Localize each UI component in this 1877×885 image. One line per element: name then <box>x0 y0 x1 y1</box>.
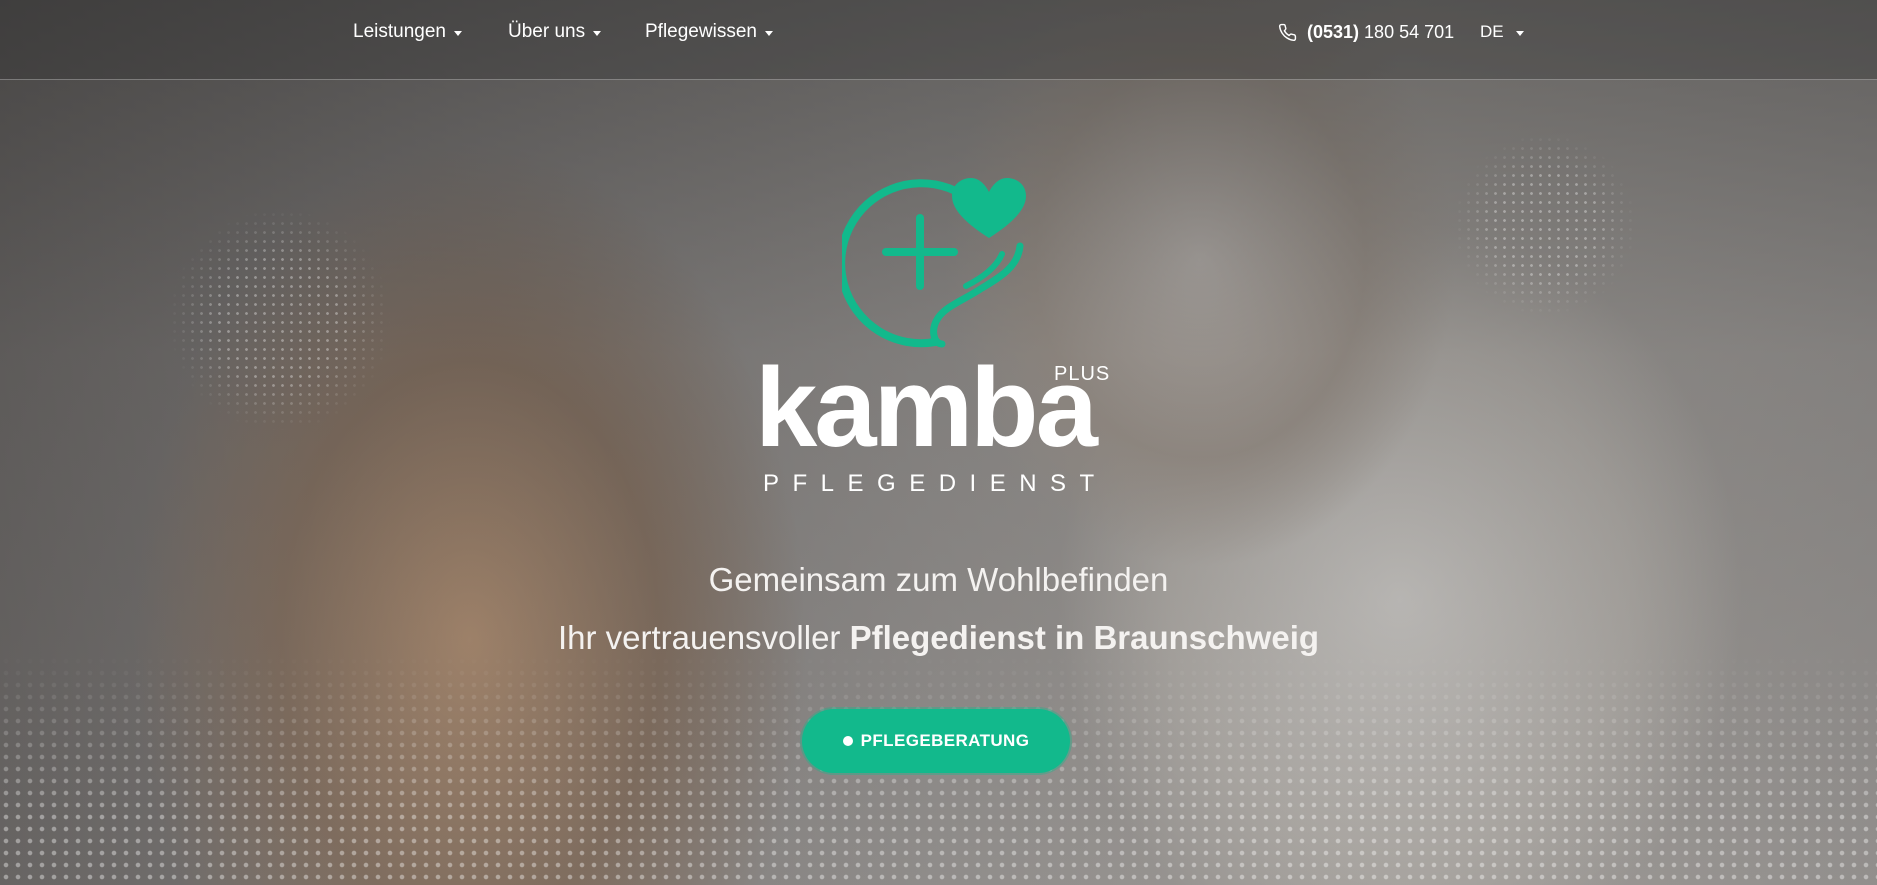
hero-subtagline-highlight: Pflegedienst in Braunschweig <box>849 619 1320 656</box>
nav-item-label: Pflegewissen <box>645 21 757 42</box>
dot-icon <box>842 736 853 746</box>
kamba-logo-icon <box>842 178 1026 348</box>
nav-item-pflegewissen[interactable]: Pflegewissen <box>645 20 773 44</box>
nav-item-leistungen[interactable]: Leistungen <box>353 20 462 44</box>
language-label: DE <box>1480 22 1504 41</box>
phone-icon <box>1278 23 1297 42</box>
phone-link[interactable]: (0531) 180 54 701 <box>1278 20 1454 44</box>
cta-label: PFLEGEBERATUNG <box>860 731 1030 750</box>
nav-item-label: Über uns <box>508 21 586 42</box>
language-selector[interactable]: DE <box>1480 20 1524 44</box>
decorative-dots-right <box>1455 135 1635 315</box>
chevron-down-icon <box>593 31 602 36</box>
chevron-down-icon <box>453 31 462 36</box>
brand-plus-label: PLUS <box>1054 363 1111 385</box>
hero-tagline: Gemeinsam zum Wohlbefinden <box>708 561 1169 598</box>
chevron-down-icon <box>764 31 773 36</box>
phone-number: 180 54 701 <box>1364 22 1455 42</box>
hero-subtagline: Ihr vertrauensvoller Pflegedienst in Bra… <box>0 616 1877 660</box>
brand-subtitle: PFLEGEDIENST <box>763 470 1108 497</box>
hero-subtagline-prefix: Ihr vertrauensvoller <box>557 619 841 656</box>
chevron-down-icon <box>1515 31 1524 36</box>
pflegeberatung-button[interactable]: PFLEGEBERATUNG <box>802 709 1070 773</box>
top-navigation: Leistungen Über uns Pflegewissen (0531) … <box>0 0 1877 80</box>
hero-section: Leistungen Über uns Pflegewissen (0531) … <box>0 0 1877 885</box>
phone-area-code: (0531) <box>1307 22 1360 42</box>
decorative-dots-left <box>170 210 390 430</box>
nav-item-ueber-uns[interactable]: Über uns <box>508 20 602 44</box>
nav-item-label: Leistungen <box>353 21 446 42</box>
